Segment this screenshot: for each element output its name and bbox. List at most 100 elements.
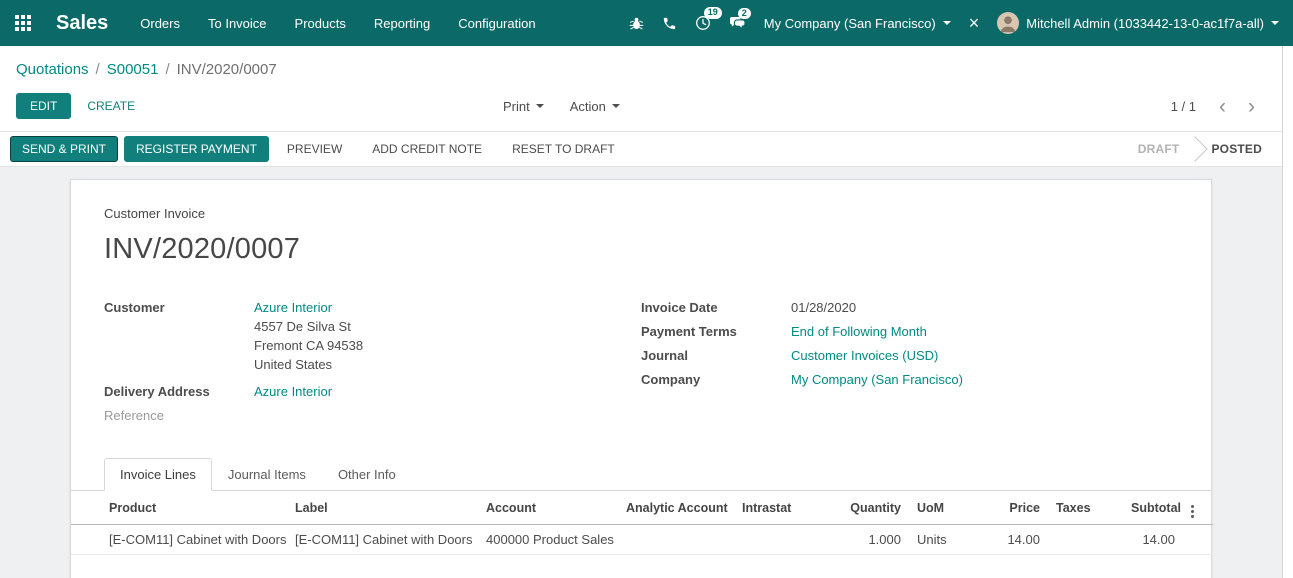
app-name[interactable]: Sales	[56, 12, 108, 35]
pager-next-icon[interactable]: ›	[1237, 96, 1266, 117]
breadcrumb: Quotations/S00051/INV/2020/0007	[0, 46, 1282, 87]
odoo-window: Sales Orders To Invoice Products Reporti…	[0, 0, 1293, 578]
add-credit-note-button[interactable]: ADD CREDIT NOTE	[360, 136, 494, 162]
journal-link[interactable]: Customer Invoices (USD)	[791, 348, 938, 363]
statusbar-buttons: SEND & PRINT REGISTER PAYMENT PREVIEW AD…	[10, 136, 627, 162]
field-reference: Reference	[104, 406, 641, 425]
breadcrumb-separator: /	[96, 61, 100, 78]
chevron-down-icon	[1271, 21, 1279, 25]
statusbar: SEND & PRINT REGISTER PAYMENT PREVIEW AD…	[0, 131, 1282, 167]
delivery-address-label: Delivery Address	[104, 382, 254, 401]
action-dropdown[interactable]: Action	[570, 99, 620, 114]
avatar	[997, 12, 1019, 34]
company-name: My Company (San Francisco)	[764, 16, 936, 31]
cell-product[interactable]: [E-COM11] Cabinet with Doors	[71, 525, 287, 555]
col-header-intrastat[interactable]: Intrastat	[734, 491, 819, 525]
user-name: Mitchell Admin (1033442-13-0-ac1f7a-all)	[1026, 16, 1264, 31]
cell-intrastat[interactable]	[734, 525, 819, 555]
invoice-date-label: Invoice Date	[641, 298, 791, 317]
form-view-background: Customer Invoice INV/2020/0007 Customer …	[0, 167, 1282, 578]
create-button[interactable]: CREATE	[87, 99, 135, 113]
chevron-down-icon	[612, 104, 620, 108]
messages-icon[interactable]: 2	[729, 16, 746, 31]
customer-address: 4557 De Silva St Fremont CA 94538 United…	[254, 317, 363, 374]
kebab-menu-icon[interactable]	[1191, 505, 1194, 518]
tab-journal-items[interactable]: Journal Items	[212, 458, 322, 491]
messages-badge: 2	[738, 8, 751, 20]
customer-label: Customer	[104, 298, 254, 374]
chevron-down-icon	[536, 104, 544, 108]
field-invoice-date: Invoice Date 01/28/2020	[641, 298, 1178, 317]
col-header-label[interactable]: Label	[287, 491, 478, 525]
close-icon[interactable]: ×	[969, 14, 980, 32]
chevron-down-icon	[943, 21, 951, 25]
toggle-columns-cell	[1183, 491, 1213, 525]
register-payment-button[interactable]: REGISTER PAYMENT	[124, 136, 269, 162]
tab-invoice-lines[interactable]: Invoice Lines	[104, 458, 212, 491]
field-customer: Customer Azure Interior 4557 De Silva St…	[104, 298, 641, 374]
company-switcher[interactable]: My Company (San Francisco)	[764, 16, 951, 31]
menu-item-orders[interactable]: Orders	[140, 16, 180, 31]
menu-item-reporting[interactable]: Reporting	[374, 16, 430, 31]
cell-uom[interactable]: Units	[909, 525, 969, 555]
action-dropdowns: Print Action	[503, 99, 620, 114]
journal-label: Journal	[641, 346, 791, 365]
print-dropdown[interactable]: Print	[503, 99, 544, 114]
delivery-address-link[interactable]: Azure Interior	[254, 384, 332, 399]
reset-to-draft-button[interactable]: RESET TO DRAFT	[500, 136, 627, 162]
field-payment-terms: Payment Terms End of Following Month	[641, 322, 1178, 341]
cell-taxes[interactable]	[1048, 525, 1123, 555]
send-print-button[interactable]: SEND & PRINT	[10, 136, 118, 162]
col-header-product[interactable]: Product	[71, 491, 287, 525]
user-menu[interactable]: Mitchell Admin (1033442-13-0-ac1f7a-all)	[997, 12, 1279, 34]
status-posted[interactable]: POSTED	[1195, 142, 1278, 156]
reference-label: Reference	[104, 406, 254, 425]
phone-icon[interactable]	[662, 16, 677, 31]
pager: 1 / 1 ‹ ›	[1171, 96, 1266, 117]
table-header-row: Product Label Account Analytic Account I…	[71, 491, 1213, 525]
edit-button[interactable]: EDIT	[16, 93, 71, 119]
scrollbar-track[interactable]	[1282, 46, 1293, 578]
col-header-price[interactable]: Price	[969, 491, 1048, 525]
payment-terms-link[interactable]: End of Following Month	[791, 324, 927, 339]
field-group-right: Invoice Date 01/28/2020 Payment Terms En…	[641, 298, 1178, 430]
col-header-account[interactable]: Account	[478, 491, 618, 525]
cell-quantity[interactable]: 1.000	[819, 525, 909, 555]
preview-button[interactable]: PREVIEW	[275, 136, 354, 162]
pager-value[interactable]: 1 / 1	[1171, 99, 1196, 114]
col-header-subtotal[interactable]: Subtotal	[1123, 491, 1183, 525]
col-header-quantity[interactable]: Quantity	[819, 491, 909, 525]
customer-link[interactable]: Azure Interior	[254, 300, 332, 315]
breadcrumb-separator: /	[165, 61, 169, 78]
menu-item-to-invoice[interactable]: To Invoice	[208, 16, 267, 31]
menu-item-products[interactable]: Products	[295, 16, 346, 31]
apps-menu-icon[interactable]	[0, 15, 46, 31]
systray: 19 2 My Company (San Francisco) ×	[629, 12, 1279, 34]
col-header-analytic-account[interactable]: Analytic Account	[618, 491, 734, 525]
breadcrumb-quotations[interactable]: Quotations	[16, 61, 89, 78]
col-header-taxes[interactable]: Taxes	[1048, 491, 1123, 525]
field-delivery-address: Delivery Address Azure Interior	[104, 382, 641, 401]
document-type-label: Customer Invoice	[104, 206, 1178, 221]
cell-label[interactable]: [E-COM11] Cabinet with Doors	[287, 525, 478, 555]
cell-account[interactable]: 400000 Product Sales	[478, 525, 618, 555]
invoice-sheet: Customer Invoice INV/2020/0007 Customer …	[70, 179, 1212, 578]
company-link[interactable]: My Company (San Francisco)	[791, 372, 963, 387]
field-journal: Journal Customer Invoices (USD)	[641, 346, 1178, 365]
menu-item-configuration[interactable]: Configuration	[458, 16, 535, 31]
invoice-line-row[interactable]: [E-COM11] Cabinet with Doors [E-COM11] C…	[71, 525, 1213, 555]
breadcrumb-order[interactable]: S00051	[107, 61, 159, 78]
address-line: United States	[254, 355, 363, 374]
activities-icon[interactable]: 19	[695, 15, 711, 31]
payment-terms-label: Payment Terms	[641, 322, 791, 341]
status-pipeline: DRAFT POSTED	[1122, 132, 1282, 166]
field-company: Company My Company (San Francisco)	[641, 370, 1178, 389]
cell-price[interactable]: 14.00	[969, 525, 1048, 555]
cell-subtotal[interactable]: 14.00	[1123, 525, 1183, 555]
col-header-uom[interactable]: UoM	[909, 491, 969, 525]
tab-other-info[interactable]: Other Info	[322, 458, 412, 491]
control-panel: EDIT CREATE Print Action 1 / 1 ‹ ›	[0, 87, 1282, 131]
cell-analytic-account[interactable]	[618, 525, 734, 555]
bug-icon[interactable]	[629, 16, 644, 31]
pager-previous-icon[interactable]: ‹	[1208, 96, 1237, 117]
